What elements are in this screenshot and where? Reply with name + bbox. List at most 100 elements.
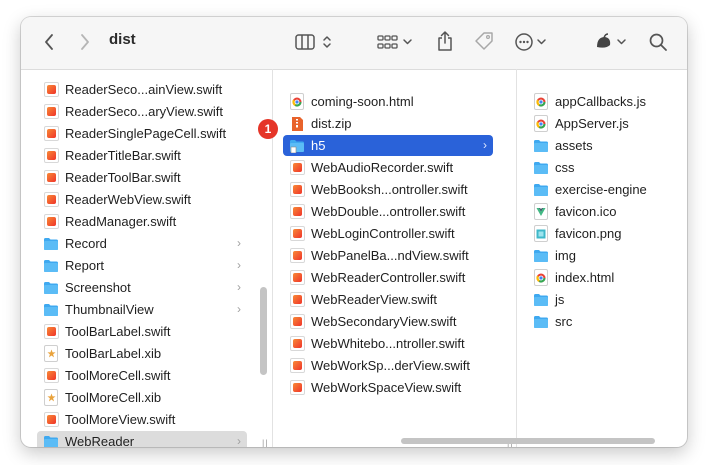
list-item-label: h5 — [311, 138, 326, 153]
list-item[interactable]: ReaderTitleBar.swift — [37, 145, 247, 166]
swift-file-icon — [43, 214, 59, 230]
swift-file-icon — [289, 226, 305, 242]
swift-file-icon — [289, 204, 305, 220]
list-item-label: WebReader — [65, 434, 135, 447]
folder-icon — [533, 314, 549, 330]
folder-icon — [43, 434, 59, 447]
list-item[interactable]: appCallbacks.js — [527, 91, 677, 112]
folder-icon — [533, 160, 549, 176]
swift-file-icon — [289, 292, 305, 308]
list-item-label: AppServer.js — [555, 116, 629, 131]
list-item[interactable]: WebDouble...ontroller.swift — [283, 201, 493, 222]
folder-icon — [43, 236, 59, 252]
list-item-label: Record — [65, 236, 107, 251]
column-webreader-parent[interactable]: ReaderSeco...ainView.swift ReaderSeco...a… — [21, 69, 270, 447]
list-item[interactable]: WebReaderController.swift — [283, 267, 493, 288]
swift-file-icon — [43, 192, 59, 208]
list-item[interactable]: WebWorkSpaceView.swift — [283, 377, 493, 398]
list-item[interactable]: ThumbnailView › — [37, 299, 247, 320]
list-item-label: src — [555, 314, 573, 329]
chrome-file-icon — [289, 93, 305, 110]
list-item[interactable]: ToolMoreView.swift — [37, 409, 247, 430]
list-item[interactable]: Report › — [37, 255, 247, 276]
list-item[interactable]: Record › — [37, 233, 247, 254]
list-item[interactable]: AppServer.js — [527, 113, 677, 134]
tag-icon[interactable] — [472, 29, 496, 53]
swift-file-icon — [43, 104, 59, 120]
back-icon[interactable] — [39, 31, 59, 53]
column-resize-handle[interactable]: || — [262, 438, 269, 447]
list-item-label: Report — [65, 258, 105, 273]
list-item-label: ReadManager.swift — [65, 214, 177, 229]
forward-icon[interactable] — [75, 31, 95, 53]
list-item[interactable]: ReaderSeco...ainView.swift — [37, 79, 247, 100]
toolbar: dist — [21, 17, 687, 70]
list-item[interactable]: favicon.ico — [527, 201, 677, 222]
list-item[interactable]: h5 › — [283, 135, 493, 156]
list-item[interactable]: css — [527, 157, 677, 178]
list-item-label: css — [555, 160, 575, 175]
list-item-label: WebPanelBa...ndView.swift — [311, 248, 469, 263]
list-item[interactable]: WebReaderView.swift — [283, 289, 493, 310]
finder-window: dist ReaderSeco...ainView.swift ReaderSe… — [21, 17, 687, 447]
chevron-right-icon: › — [237, 236, 241, 250]
list-item[interactable]: img — [527, 245, 677, 266]
list-item-label: img — [555, 248, 576, 263]
list-item-label: WebReaderController.swift — [311, 270, 466, 285]
zip-file-icon — [289, 116, 305, 132]
ellipsis-circle-icon[interactable] — [514, 31, 552, 53]
list-item[interactable]: WebAudioRecorder.swift — [283, 157, 493, 178]
list-item[interactable]: ReaderWebView.swift — [37, 189, 247, 210]
list-item[interactable]: ToolMoreCell.xib — [37, 387, 247, 408]
list-item[interactable]: WebReader › — [37, 431, 247, 447]
list-item[interactable]: Screenshot › — [37, 277, 247, 298]
list-item[interactable]: index.html — [527, 267, 677, 288]
chevron-right-icon: › — [483, 138, 487, 152]
list-item[interactable]: js — [527, 289, 677, 310]
search-icon[interactable] — [646, 31, 670, 53]
list-item-label: ThumbnailView — [65, 302, 154, 317]
list-item[interactable]: ReaderSeco...aryView.swift — [37, 101, 247, 122]
list-item[interactable]: ReaderToolBar.swift — [37, 167, 247, 188]
column-h5[interactable]: appCallbacks.js AppServer.js assets css exer… — [516, 69, 687, 447]
grid-group-icon[interactable] — [375, 31, 417, 53]
list-item[interactable]: WebLoginController.swift — [283, 223, 493, 244]
swift-file-icon — [43, 82, 59, 98]
list-item[interactable]: ReaderSinglePageCell.swift — [37, 123, 247, 144]
list-item-label: ReaderWebView.swift — [65, 192, 191, 207]
folder-icon — [289, 138, 305, 154]
list-item[interactable]: WebPanelBa...ndView.swift — [283, 245, 493, 266]
columns-view-icon[interactable] — [291, 31, 343, 53]
list-item-label: appCallbacks.js — [555, 94, 647, 109]
list-item[interactable]: ToolMoreCell.swift — [37, 365, 247, 386]
list-item[interactable]: dist.zip — [283, 113, 493, 134]
list-item-label: WebWorkSp...derView.swift — [311, 358, 470, 373]
list-item[interactable]: assets — [527, 135, 677, 156]
list-item[interactable]: WebWhitebo...ntroller.swift — [283, 333, 493, 354]
swift-file-icon — [43, 148, 59, 164]
chevron-right-icon: › — [237, 258, 241, 272]
app-menu-icon[interactable] — [593, 31, 631, 53]
folder-icon — [43, 258, 59, 274]
list-item[interactable]: coming-soon.html — [283, 91, 493, 112]
swift-file-icon — [43, 412, 59, 428]
share-icon[interactable] — [433, 29, 457, 53]
list-item[interactable]: ToolBarLabel.swift — [37, 321, 247, 342]
horizontal-scrollbar[interactable] — [401, 438, 655, 444]
folder-icon — [533, 182, 549, 198]
list-item[interactable]: src — [527, 311, 677, 332]
swift-file-icon — [289, 380, 305, 396]
list-item[interactable]: WebSecondaryView.swift — [283, 311, 493, 332]
list-item-label: exercise-engine — [555, 182, 647, 197]
column-webreader[interactable]: coming-soon.html dist.zip h5 › WebAudioRecor… — [272, 69, 516, 447]
list-item[interactable]: WebBooksh...ontroller.swift — [283, 179, 493, 200]
vertical-scrollbar[interactable] — [260, 287, 267, 375]
list-item[interactable]: favicon.png — [527, 223, 677, 244]
list-item[interactable]: ReadManager.swift — [37, 211, 247, 232]
list-item[interactable]: ToolBarLabel.xib — [37, 343, 247, 364]
list-item[interactable]: WebWorkSp...derView.swift — [283, 355, 493, 376]
list-item[interactable]: exercise-engine — [527, 179, 677, 200]
swift-file-icon — [289, 270, 305, 286]
list-item-label: ToolMoreView.swift — [65, 412, 176, 427]
swift-file-icon — [43, 324, 59, 340]
